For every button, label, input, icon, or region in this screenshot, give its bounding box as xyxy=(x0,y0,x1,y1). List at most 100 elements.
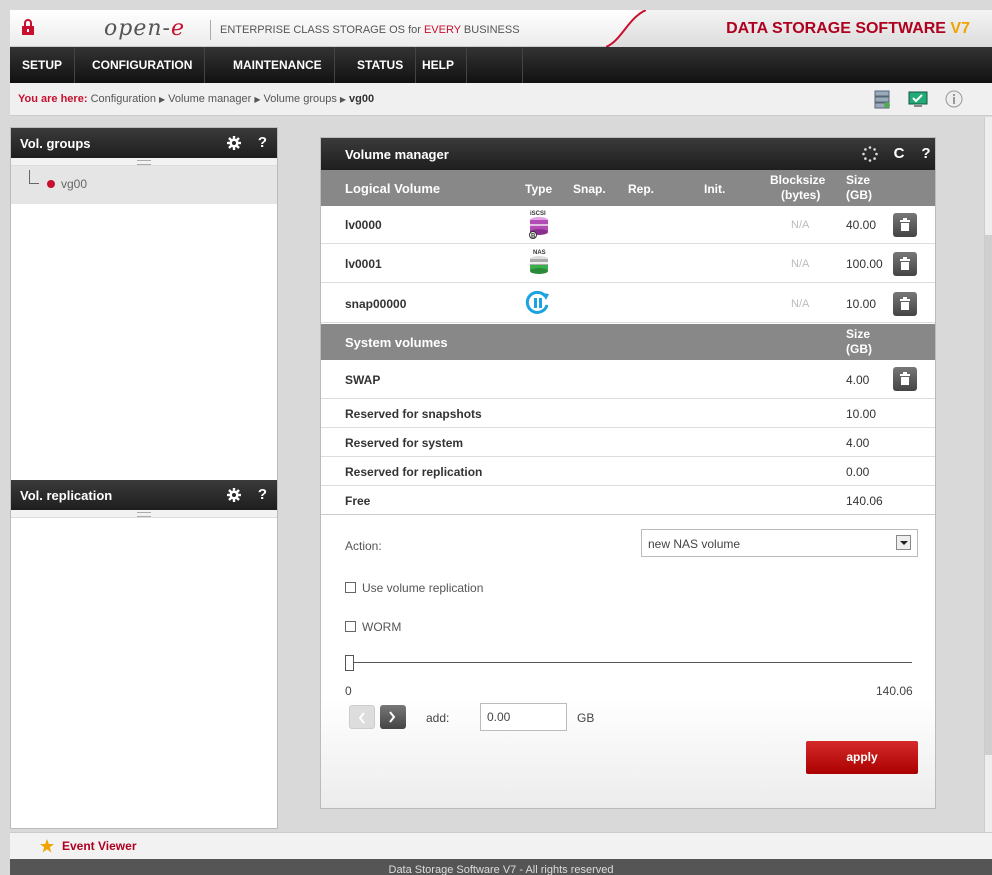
apply-button[interactable]: apply xyxy=(806,741,918,774)
nav-status[interactable]: STATUS xyxy=(345,47,417,83)
size-slider-track[interactable] xyxy=(347,662,912,663)
vertical-scrollbar[interactable] xyxy=(984,117,992,832)
trash-icon xyxy=(900,257,910,270)
trash-icon xyxy=(900,372,910,385)
action-select-value: new NAS volume xyxy=(648,537,741,551)
system-volume-name: Free xyxy=(345,494,371,508)
iscsi-volume-icon: iSCSI B xyxy=(529,211,548,240)
table-row[interactable]: snap00000 N/A 10.00 xyxy=(321,284,935,323)
server-icon[interactable] xyxy=(872,89,892,109)
action-label: Action: xyxy=(345,539,382,553)
col-blocksize-unit: (bytes) xyxy=(781,188,821,202)
breadcrumb-volume-manager[interactable]: Volume manager xyxy=(168,93,251,105)
tree-item-label: vg00 xyxy=(61,177,88,191)
divider xyxy=(210,20,211,40)
delete-button[interactable] xyxy=(893,292,917,316)
breadcrumb-arrow-icon: ▶ xyxy=(254,95,261,104)
nav-spacer xyxy=(463,47,523,83)
action-select[interactable]: new NAS volume xyxy=(641,529,918,557)
nav-setup[interactable]: SETUP xyxy=(10,47,76,83)
volume-name: lv0000 xyxy=(345,218,382,232)
nav-maintenance[interactable]: MAINTENANCE xyxy=(221,47,335,83)
checkbox-label: WORM xyxy=(362,620,402,634)
scrollbar-thumb[interactable] xyxy=(985,235,992,755)
delete-button[interactable] xyxy=(893,367,917,391)
trash-icon xyxy=(900,297,910,310)
refresh-icon[interactable]: C xyxy=(890,145,908,163)
resize-handle[interactable] xyxy=(11,510,277,518)
size-value: 10.00 xyxy=(846,407,877,421)
volume-manager-header: Volume manager C ? xyxy=(321,138,935,170)
breadcrumb-volume-groups[interactable]: Volume groups xyxy=(263,93,336,105)
system-volume-name: Reserved for system xyxy=(345,436,464,450)
blocksize-value: N/A xyxy=(791,258,810,270)
slider-max: 140.06 xyxy=(876,684,913,698)
nav-help[interactable]: HELP xyxy=(410,47,468,83)
tree-item-vg00[interactable]: vg00 xyxy=(11,166,277,204)
slider-min: 0 xyxy=(345,684,352,698)
resize-handle[interactable] xyxy=(11,158,277,166)
col-type: Type xyxy=(525,182,553,196)
status-dot-icon xyxy=(47,180,55,188)
info-icon[interactable] xyxy=(944,89,964,109)
help-icon[interactable]: ? xyxy=(258,134,267,151)
table-row[interactable]: lv0000 iSCSI B N/A 40.00 xyxy=(321,206,935,244)
col-rep: Rep. xyxy=(628,182,655,196)
vol-replication-title: Vol. replication xyxy=(20,488,113,503)
help-icon[interactable]: ? xyxy=(917,145,935,163)
size-slider-handle[interactable] xyxy=(345,655,354,671)
nas-badge-text: NAS xyxy=(533,250,546,256)
vol-groups-header: Vol. groups ? xyxy=(11,128,277,158)
size-value: 4.00 xyxy=(846,436,870,450)
worm-checkbox[interactable]: WORM xyxy=(345,620,401,634)
monitor-check-icon[interactable] xyxy=(908,89,928,109)
table-row: Reserved for replication 0.00 xyxy=(321,458,935,486)
increment-button[interactable] xyxy=(380,705,406,729)
system-volumes-header: System volumes Size (GB) xyxy=(321,324,935,360)
col-snap: Snap. xyxy=(573,182,606,196)
size-value: 4.00 xyxy=(846,373,870,387)
col-size-unit: (GB) xyxy=(846,188,872,202)
iscsi-badge-text: iSCSI xyxy=(530,211,546,217)
col-init: Init. xyxy=(704,182,726,196)
size-value: 40.00 xyxy=(846,218,877,232)
chevron-left-icon xyxy=(358,712,365,724)
blocksize-value: N/A xyxy=(791,219,810,231)
event-bar: Event Viewer xyxy=(10,832,992,859)
nav-configuration[interactable]: CONFIGURATION xyxy=(80,47,206,83)
chevron-right-icon xyxy=(389,711,396,723)
table-row: Reserved for system 4.00 xyxy=(321,429,935,457)
help-icon[interactable]: ? xyxy=(258,486,267,503)
decrement-button[interactable] xyxy=(349,705,375,729)
open-e-logo: open-e xyxy=(104,16,185,41)
table-row: Reserved for snapshots 10.00 xyxy=(321,400,935,428)
delete-button[interactable] xyxy=(893,213,917,237)
breadcrumb: You are here: Configuration ▶ Volume manag… xyxy=(10,83,992,116)
breadcrumb-arrow-icon: ▶ xyxy=(339,95,347,104)
event-viewer-link[interactable]: Event Viewer xyxy=(62,839,136,853)
col-blocksize: Blocksize xyxy=(770,173,826,187)
breadcrumb-configuration[interactable]: Configuration xyxy=(91,93,156,105)
top-header: open-e ENTERPRISE CLASS STORAGE OS for E… xyxy=(10,10,992,47)
gear-icon[interactable] xyxy=(227,136,241,150)
checkbox-icon[interactable] xyxy=(345,582,356,593)
system-volume-name: SWAP xyxy=(345,373,381,387)
brand-swoosh xyxy=(606,10,646,47)
delete-button[interactable] xyxy=(893,252,917,276)
gear-icon[interactable] xyxy=(227,488,241,502)
table-row[interactable]: lv0001 NAS N/A 100.00 xyxy=(321,245,935,283)
breadcrumb-current: vg00 xyxy=(349,93,375,105)
table-row[interactable]: SWAP 4.00 xyxy=(321,360,935,399)
svg-text:B: B xyxy=(531,234,536,240)
chevron-down-icon[interactable] xyxy=(896,535,911,550)
size-value: 10.00 xyxy=(846,297,877,311)
main-nav: SETUP CONFIGURATION MAINTENANCE STATUS H… xyxy=(10,47,992,83)
checkbox-icon[interactable] xyxy=(345,621,356,632)
col-size: Size xyxy=(846,173,871,187)
col-size-unit: (GB) xyxy=(846,342,872,356)
add-size-input[interactable] xyxy=(480,703,567,731)
col-size: Size xyxy=(846,327,871,341)
add-label: add: xyxy=(426,711,450,725)
breadcrumb-label: You are here: xyxy=(18,93,88,105)
use-volume-replication-checkbox[interactable]: Use volume replication xyxy=(345,581,483,595)
